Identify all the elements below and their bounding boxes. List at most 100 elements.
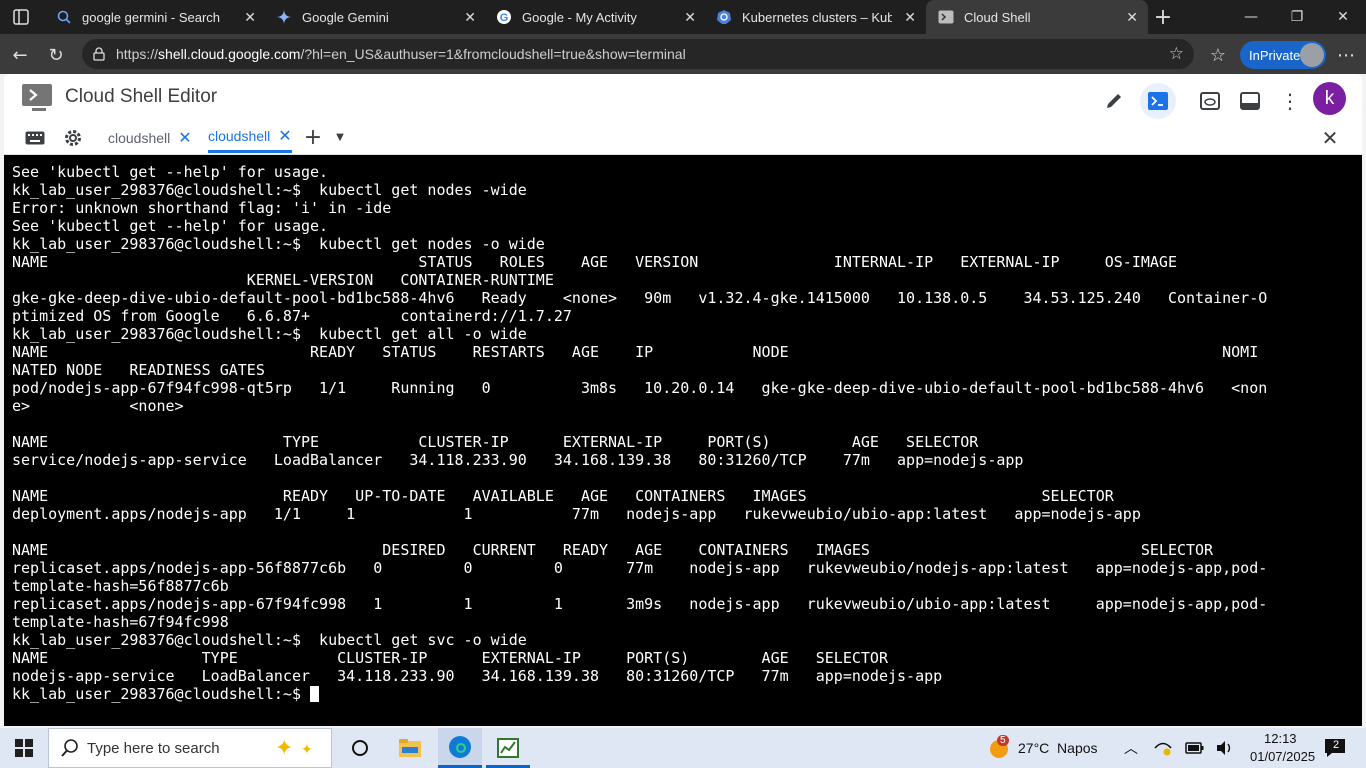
network-status-icon[interactable] <box>1150 728 1176 768</box>
open-editor-icon[interactable] <box>1096 83 1132 119</box>
more-vert-icon[interactable]: ⋮ <box>1272 83 1308 119</box>
close-tab-icon[interactable]: ✕ <box>278 126 291 146</box>
file-explorer-icon[interactable] <box>388 728 432 768</box>
tab-title: Google Gemini <box>302 9 389 25</box>
terminal-line: NATED NODE READINESS GATES <box>12 361 265 379</box>
terminal-line: NAME STATUS ROLES AGE VERSION INTERNAL-I… <box>12 253 1177 271</box>
inprivate-badge[interactable]: InPrivate <box>1240 41 1326 69</box>
terminal-line: nodejs-app-service LoadBalancer 34.118.2… <box>12 667 943 685</box>
browser-tab-search[interactable]: google germini - Search ✕ <box>44 0 266 34</box>
weather-icon[interactable] <box>986 728 1012 768</box>
favorite-star-icon[interactable]: ☆ <box>1169 44 1184 64</box>
windows-start-icon[interactable] <box>0 728 48 768</box>
close-tab-icon[interactable]: ✕ <box>904 9 916 26</box>
terminal-line: template-hash=67f94fc998 <box>12 613 229 631</box>
terminal-prompt[interactable]: kk_lab_user_298376@cloudshell:~$ <box>12 685 320 703</box>
edge-browser-icon[interactable] <box>438 728 482 768</box>
close-tab-icon[interactable]: ✕ <box>178 128 191 148</box>
layout-icon[interactable] <box>1232 83 1268 119</box>
close-tab-icon[interactable]: ✕ <box>684 9 696 26</box>
lock-icon <box>92 47 106 61</box>
weather-badge: 5 <box>997 735 1009 746</box>
terminal-icon[interactable] <box>1140 83 1176 119</box>
chevron-down-icon[interactable]: ▼ <box>332 122 348 153</box>
add-tab-icon[interactable]: + <box>302 122 324 153</box>
terminal-line: kk_lab_user_298376@cloudshell:~$ kubectl… <box>12 235 545 253</box>
kubernetes-icon <box>716 9 732 25</box>
close-tab-icon[interactable]: ✕ <box>464 9 476 26</box>
more-options-icon[interactable]: ⋯ <box>1332 41 1360 69</box>
sparkle-icon: ✦ <box>275 735 294 760</box>
avatar[interactable]: k <box>1313 82 1346 115</box>
search-icon <box>61 739 79 757</box>
web-preview-icon[interactable] <box>1192 83 1228 119</box>
profile-icon <box>1300 43 1324 67</box>
close-terminal-icon[interactable]: ✕ <box>1316 122 1344 153</box>
clock-time[interactable]: 12:13 <box>1264 731 1297 746</box>
terminal-line: ptimized OS from Google 6.6.87+ containe… <box>12 307 572 325</box>
terminal-cursor <box>310 686 320 702</box>
terminal-line: See 'kubectl get --help' for usage. <box>12 217 329 235</box>
terminal-line: kk_lab_user_298376@cloudshell:~$ kubectl… <box>12 181 527 199</box>
cloud-shell-page: Cloud Shell Editor ⋮ k cloudshell ✕ clou… <box>4 74 1362 726</box>
cloud-shell-logo-icon <box>22 84 52 116</box>
tab-actions-icon[interactable] <box>8 0 34 34</box>
task-view-icon[interactable] <box>340 728 380 768</box>
clock-date[interactable]: 01/07/2025 <box>1250 749 1315 764</box>
volume-icon[interactable] <box>1212 728 1238 768</box>
browser-tab-strip: google germini - Search ✕ Google Gemini … <box>0 0 1366 34</box>
browser-tab-gemini[interactable]: Google Gemini ✕ <box>264 0 486 34</box>
cloud-shell-icon <box>938 9 954 25</box>
terminal-line: kk_lab_user_298376@cloudshell:~$ kubectl… <box>12 631 527 649</box>
back-icon[interactable]: ← <box>6 41 34 69</box>
terminal-tab-bar: cloudshell ✕ cloudshell ✕ + ▼ ✕ <box>4 122 1362 155</box>
favorites-icon[interactable]: ☆ <box>1204 41 1232 69</box>
restore-icon[interactable]: ❐ <box>1274 0 1320 34</box>
terminal-tab-1[interactable]: cloudshell ✕ <box>108 122 192 153</box>
app-icon-chart[interactable] <box>486 728 530 768</box>
windows-taskbar: Type here to search ✦ ✦ 5 27°C Napos ︿ 1… <box>0 728 1366 768</box>
keyboard-icon[interactable] <box>22 122 48 153</box>
tab-title: Kubernetes clusters – Kuberne <box>742 9 892 25</box>
terminal-tab-label: cloudshell <box>108 129 171 146</box>
terminal-output[interactable]: See 'kubectl get --help' for usage. kk_la… <box>4 155 1362 726</box>
new-tab-icon[interactable]: + <box>1150 0 1176 34</box>
terminal-tab-2[interactable]: cloudshell ✕ <box>208 122 292 153</box>
tab-title: Google - My Activity <box>522 9 637 25</box>
terminal-line: NAME TYPE CLUSTER-IP EXTERNAL-IP PORT(S)… <box>12 433 979 451</box>
app-title: Cloud Shell Editor <box>65 86 218 107</box>
app-header: Cloud Shell Editor ⋮ k <box>4 74 1362 122</box>
close-tab-icon[interactable]: ✕ <box>244 9 256 26</box>
browser-tab-cloud-shell[interactable]: Cloud Shell ✕ <box>926 0 1148 34</box>
terminal-line: See 'kubectl get --help' for usage. <box>12 163 329 181</box>
address-bar-row: ← ↻ https://shell.cloud.google.com/?hl=e… <box>0 34 1366 74</box>
tab-title: google germini - Search <box>82 9 221 25</box>
tab-title: Cloud Shell <box>964 9 1031 25</box>
url-field[interactable]: https://shell.cloud.google.com/?hl=en_US… <box>82 39 1194 69</box>
browser-tab-my-activity[interactable]: G Google - My Activity ✕ <box>484 0 706 34</box>
gemini-icon <box>276 9 292 25</box>
terminal-line: pod/nodejs-app-67f94fc998-qt5rp 1/1 Runn… <box>12 379 1268 397</box>
refresh-icon[interactable]: ↻ <box>42 41 70 69</box>
browser-tab-kubernetes[interactable]: Kubernetes clusters – Kuberne ✕ <box>704 0 926 34</box>
weather-text[interactable]: 27°C Napos <box>1018 740 1098 756</box>
settings-gear-icon[interactable] <box>60 122 86 153</box>
google-icon: G <box>496 9 512 25</box>
terminal-line: replicaset.apps/nodejs-app-67f94fc998 1 … <box>12 595 1268 613</box>
terminal-line: KERNEL-VERSION CONTAINER-RUNTIME <box>12 271 554 289</box>
terminal-line: Error: unknown shorthand flag: 'i' in -i… <box>12 199 392 217</box>
battery-icon[interactable] <box>1182 728 1208 768</box>
svg-text:G: G <box>500 12 509 24</box>
prompt-text: kk_lab_user_298376@cloudshell:~$ <box>12 685 311 703</box>
terminal-line: kk_lab_user_298376@cloudshell:~$ kubectl… <box>12 325 527 343</box>
minimize-icon[interactable]: — <box>1228 0 1274 34</box>
taskbar-search-box[interactable]: Type here to search ✦ ✦ <box>48 728 332 768</box>
url-host: shell.cloud.google.com <box>158 46 301 62</box>
terminal-tab-label: cloudshell <box>208 128 271 144</box>
sparkle-small-icon: ✦ <box>301 741 313 757</box>
terminal-line: NAME READY UP-TO-DATE AVAILABLE AGE CONT… <box>12 487 1114 505</box>
close-window-icon[interactable]: ✕ <box>1320 0 1366 34</box>
terminal-line: e> <none> <box>12 397 184 415</box>
close-tab-icon[interactable]: ✕ <box>1126 9 1138 26</box>
chevron-up-icon[interactable]: ︿ <box>1120 728 1142 768</box>
